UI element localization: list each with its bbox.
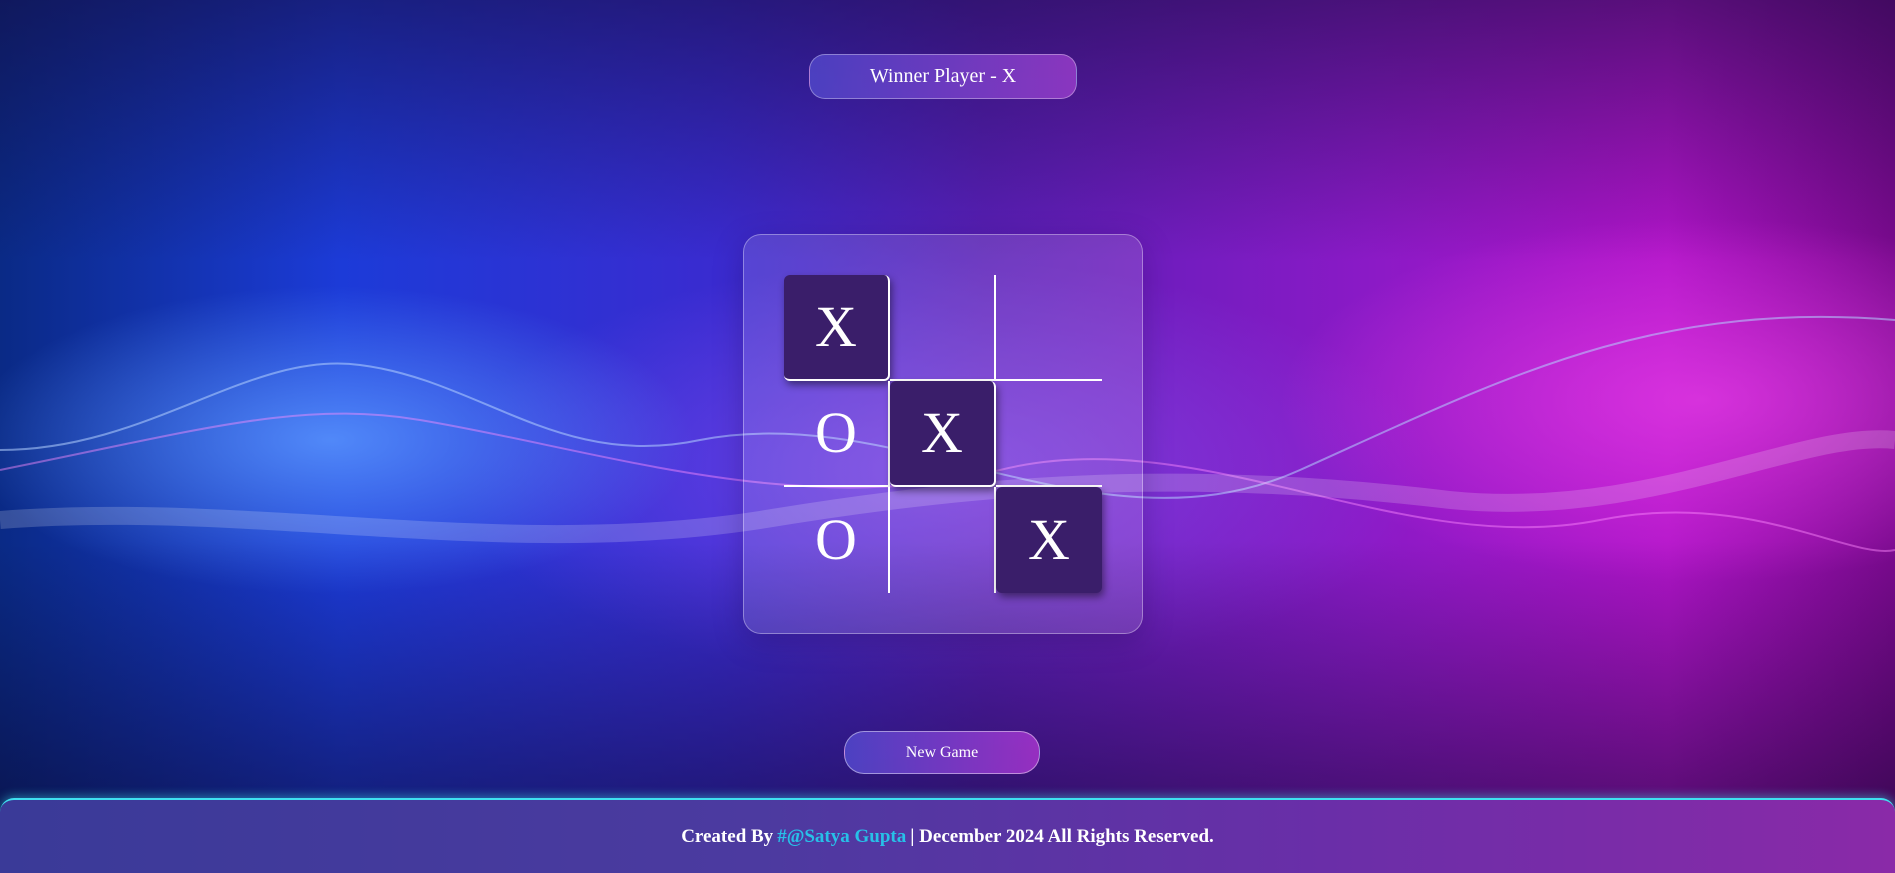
board-cell[interactable] [890, 487, 996, 593]
footer: Created By #@Satya Gupta | December 2024… [0, 798, 1895, 873]
winner-status: Winner Player - X [809, 54, 1077, 99]
board-cell[interactable]: X [996, 487, 1102, 593]
footer-author-link[interactable]: #@Satya Gupta [777, 826, 906, 848]
game-board-panel: X O X O X [743, 234, 1143, 634]
board-cell[interactable]: O [784, 381, 890, 487]
footer-prefix: Created By [681, 825, 774, 847]
board-cell[interactable] [996, 275, 1102, 381]
board-cell[interactable]: X [890, 381, 996, 487]
footer-suffix: | December 2024 All Rights Reserved. [910, 825, 1214, 847]
new-game-button[interactable]: New Game [844, 731, 1040, 774]
board-cell[interactable] [890, 275, 996, 381]
board-cell[interactable] [996, 381, 1102, 487]
board-cell[interactable]: O [784, 487, 890, 593]
board-cell[interactable]: X [784, 275, 890, 381]
game-board: X O X O X [784, 275, 1102, 593]
